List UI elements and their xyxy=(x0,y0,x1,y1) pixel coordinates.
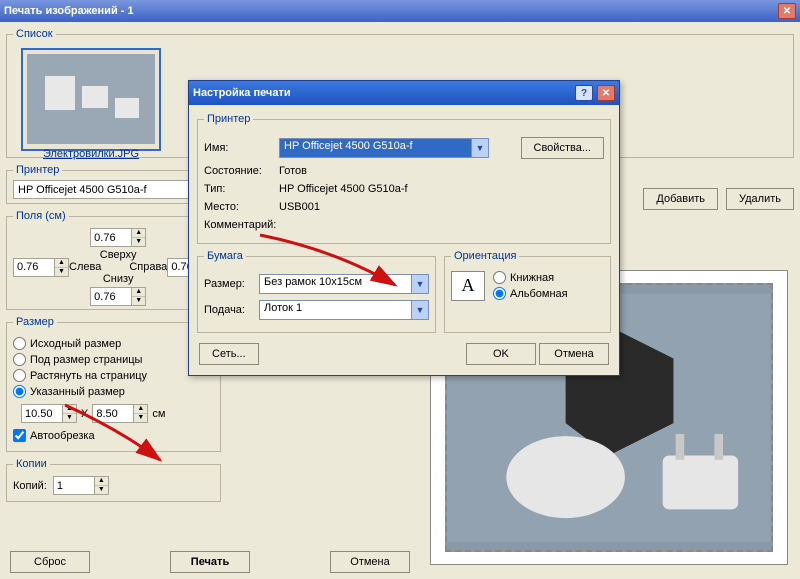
autocrop-checkbox[interactable]: Автообрезка xyxy=(13,429,214,442)
dlg-papersize-combo[interactable]: Без рамок 10x15см xyxy=(259,274,429,294)
dlg-type-value: HP Officejet 4500 G510a-f xyxy=(279,183,408,195)
main-titlebar: Печать изображений - 1 ✕ xyxy=(0,0,800,22)
dlg-state-value: Готов xyxy=(279,165,307,177)
margin-bottom-spin[interactable]: ▲▼ xyxy=(90,287,146,306)
copies-label: Копий: xyxy=(13,480,47,492)
orient-preview-icon: A xyxy=(451,271,485,301)
margin-right-label: Справа xyxy=(129,261,167,273)
dlg-properties-button[interactable]: Свойства... xyxy=(521,137,604,159)
reset-button[interactable]: Сброс xyxy=(10,551,90,573)
thumbnail-image xyxy=(27,54,155,144)
dlg-paperfeed-label: Подача: xyxy=(204,304,259,316)
size-unit-label: см xyxy=(152,408,165,420)
dialog-close-button[interactable]: ✕ xyxy=(597,85,615,101)
dlg-paper-legend: Бумага xyxy=(204,250,246,262)
size-original-radio[interactable]: Исходный размер xyxy=(13,337,214,350)
dlg-place-value: USB001 xyxy=(279,201,320,213)
dlg-comment-label: Комментарий: xyxy=(204,219,289,231)
dlg-printer-legend: Принтер xyxy=(204,113,253,125)
cancel-button[interactable]: Отмена xyxy=(330,551,410,573)
dlg-printer-name-combo[interactable]: HP Officejet 4500 G510a-f xyxy=(279,138,489,158)
dlg-papersize-label: Размер: xyxy=(204,278,259,290)
dlg-printer-fieldset: Принтер Имя: HP Officejet 4500 G510a-f С… xyxy=(197,113,611,244)
window-title: Печать изображений - 1 xyxy=(4,5,134,17)
margin-top-spin[interactable]: ▲▼ xyxy=(90,228,146,247)
copies-legend: Копии xyxy=(13,458,50,470)
dlg-type-label: Тип: xyxy=(204,183,279,195)
thumbnail-caption: Электровилки.JPG xyxy=(27,148,155,160)
dlg-ok-button[interactable]: OK xyxy=(466,343,536,365)
print-setup-dialog: Настройка печати ? ✕ Принтер Имя: HP Off… xyxy=(188,80,620,376)
size-legend: Размер xyxy=(13,316,57,328)
thumbnail-item[interactable]: Электровилки.JPG xyxy=(21,48,161,151)
dlg-name-label: Имя: xyxy=(204,142,279,154)
dlg-cancel-button[interactable]: Отмена xyxy=(539,343,609,365)
dlg-paperfeed-combo[interactable]: Лоток 1 xyxy=(259,300,429,320)
copies-fieldset: Копии Копий: ▲▼ xyxy=(6,458,221,502)
size-fitpage-radio[interactable]: Под размер страницы xyxy=(13,353,214,366)
dlg-network-button[interactable]: Сеть... xyxy=(199,343,259,365)
window-close-button[interactable]: ✕ xyxy=(778,3,796,19)
margin-left-spin[interactable]: ▲▼ xyxy=(13,258,69,277)
dialog-help-button[interactable]: ? xyxy=(575,85,593,101)
print-button[interactable]: Печать xyxy=(170,551,250,573)
size-custom-radio[interactable]: Указанный размер xyxy=(13,385,214,398)
dlg-paper-fieldset: Бумага Размер: Без рамок 10x15см Подача:… xyxy=(197,250,436,333)
delete-button[interactable]: Удалить xyxy=(726,188,794,210)
dialog-titlebar[interactable]: Настройка печати ? ✕ xyxy=(189,81,619,105)
size-stretch-radio[interactable]: Растянуть на страницу xyxy=(13,369,214,382)
margin-top-label: Сверху xyxy=(69,249,167,261)
dlg-orient-legend: Ориентация xyxy=(451,250,519,262)
margin-bottom-label: Снизу xyxy=(69,273,167,285)
copies-spin[interactable]: ▲▼ xyxy=(53,476,109,495)
size-width-spin[interactable]: ▲▼ xyxy=(21,404,77,423)
add-button[interactable]: Добавить xyxy=(643,188,718,210)
margin-left-label: Слева xyxy=(69,261,101,273)
printer-legend: Принтер xyxy=(13,164,62,176)
dlg-orient-landscape-radio[interactable]: Альбомная xyxy=(493,287,568,300)
dlg-orient-portrait-radio[interactable]: Книжная xyxy=(493,271,568,284)
dlg-state-label: Состояние: xyxy=(204,165,279,177)
size-x-label: X xyxy=(81,408,88,420)
dlg-orient-fieldset: Ориентация A Книжная Альбомная xyxy=(444,250,611,333)
dlg-place-label: Место: xyxy=(204,201,279,213)
size-height-spin[interactable]: ▲▼ xyxy=(92,404,148,423)
margins-legend: Поля (см) xyxy=(13,210,69,222)
dialog-title: Настройка печати xyxy=(193,87,291,99)
list-legend: Список xyxy=(13,28,56,40)
